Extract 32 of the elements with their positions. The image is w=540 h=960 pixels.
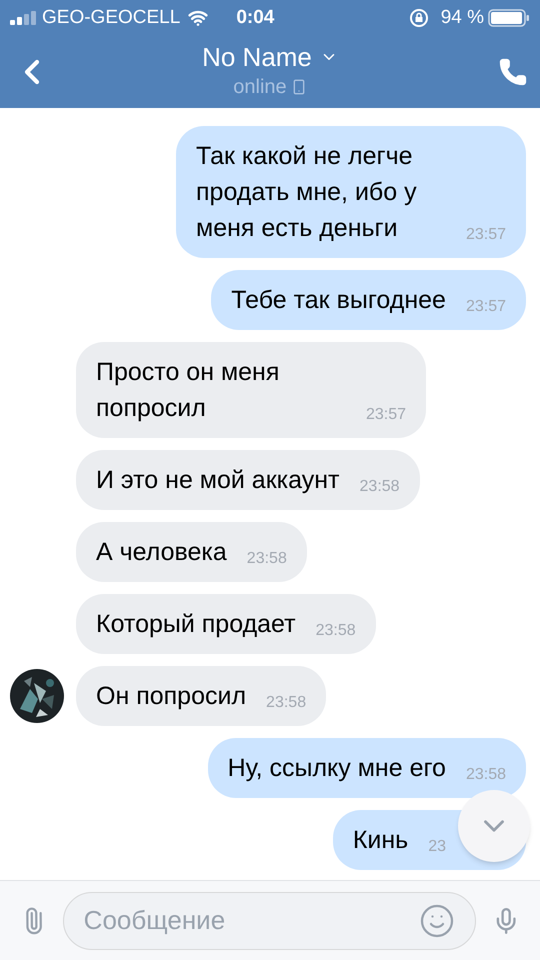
message-time: 23:57: [366, 405, 406, 425]
emoji-icon[interactable]: [418, 902, 455, 938]
message-text: Он попросил: [96, 681, 246, 712]
carrier-name: GEO-GEOCELL: [42, 6, 180, 30]
message-text: Кинь: [352, 825, 408, 856]
message-time: 23: [428, 837, 446, 857]
message-text: Ну, ссылку мне его: [228, 753, 446, 784]
clock: 0:04: [236, 6, 274, 30]
signal-icon: [10, 11, 38, 25]
message-text: Тебе так выгоднее: [231, 285, 446, 316]
phone-icon: [498, 57, 528, 87]
rotation-lock-icon: [408, 8, 429, 28]
wifi-icon: [188, 8, 208, 28]
message-time: 23:58: [316, 621, 356, 641]
message-text: Который продает: [96, 609, 296, 640]
message-time: 23:57: [466, 297, 506, 317]
battery-percent: 94 %: [440, 6, 484, 30]
online-status: online: [233, 75, 287, 100]
message-input[interactable]: Сообщение: [62, 892, 476, 950]
phone-device-icon: [290, 79, 307, 95]
message-time: 23:57: [466, 225, 506, 245]
battery-icon: [488, 9, 530, 27]
message-text: Так какой не легче продать мне, ибо у меня есть деньги: [196, 141, 418, 244]
message-time: 23:58: [466, 765, 506, 785]
message-time: 23:58: [266, 693, 306, 713]
message-text: Просто он меня попросил: [96, 357, 280, 424]
message-time: 23:58: [246, 549, 287, 569]
message-text: И это не мой аккаунт: [96, 465, 340, 496]
message-time: 23:58: [360, 477, 400, 497]
contact-name[interactable]: No Name: [202, 42, 338, 72]
message-text: А человека: [96, 537, 227, 568]
message-input-text[interactable]: Сообщение: [84, 901, 419, 940]
